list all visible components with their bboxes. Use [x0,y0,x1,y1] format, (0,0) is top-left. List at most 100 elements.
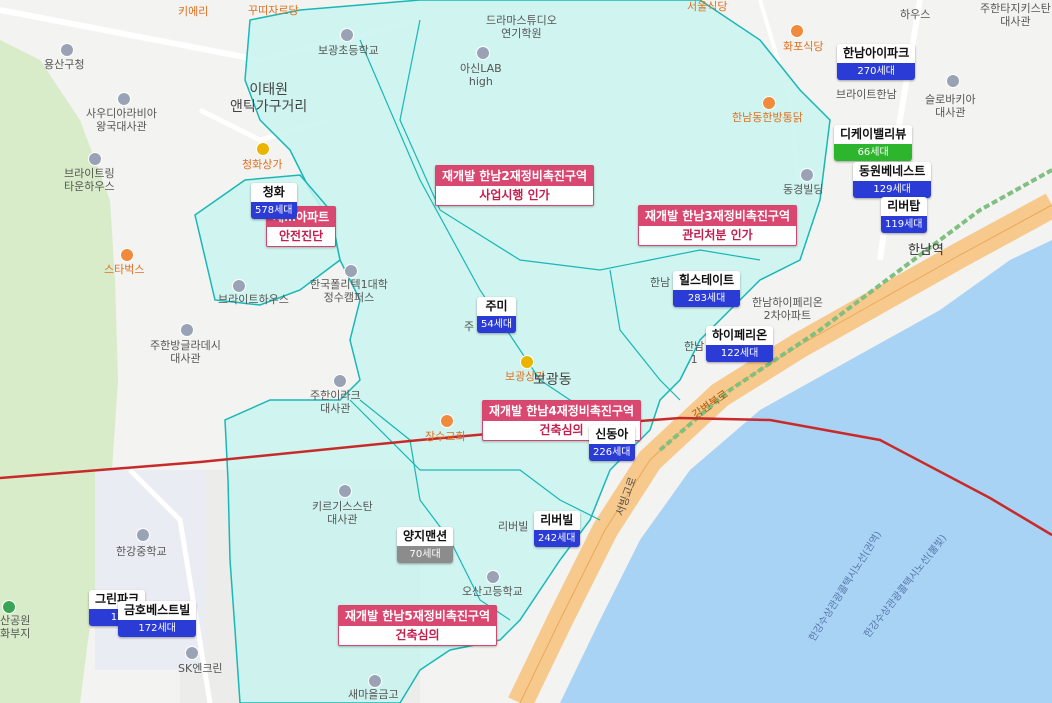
zone-status: 안전진단 [279,229,324,243]
household-count: 242세대 [534,530,580,547]
zone-title: 재개발 한남5재정비촉진구역 [339,606,497,626]
apartment-name: 디케이밸리뷰 [834,125,913,144]
apartment-name: 청화 [251,183,297,202]
place-label: 사우디아라비아 왕국대사관 [86,107,157,133]
building-icon[interactable] [800,168,814,182]
embassy-icon[interactable] [117,92,131,106]
apartment-marker[interactable]: 청화 578세대 [251,183,297,219]
apartment-marker[interactable]: 리버탑 119세대 [881,197,927,233]
place-label: 주한타지키스탄 대사관 [980,2,1051,28]
apartment-name: 하이페리온 [706,326,774,345]
building-icon[interactable] [232,279,246,293]
place-label: 화포식당 [783,40,824,53]
place-label: 주한방글라데시 대사관 [150,339,221,365]
place-label: 스타벅스 [104,263,145,276]
apartment-name: 힐스테이트 [673,271,741,290]
place-label: 브라이트링 타운하우스 [64,167,115,193]
place-label: 한남동한방통닭 [732,111,803,124]
apartment-name: 리버탑 [881,197,927,216]
place-label: 청화상가 [242,158,283,171]
place-label: 용산구청 [44,58,85,71]
zone-title: 재개발 한남4재정비촉진구역 [483,401,641,421]
embassy-icon[interactable] [180,323,194,337]
household-count: 172세대 [118,620,197,637]
apartment-marker[interactable]: 리버빌 242세대 [534,511,580,547]
school-icon[interactable] [486,570,500,584]
household-count: 66세대 [834,144,913,161]
place-label: 브라이트하우스 [218,293,289,306]
cafe-icon[interactable] [120,248,134,262]
place-label: 한국폴리텍1대학 정수캠퍼스 [310,278,388,304]
restaurant-icon[interactable] [790,24,804,38]
embassy-icon[interactable] [946,74,960,88]
place-label: 장수교회 [425,430,466,443]
apartment-name: 양지맨션 [397,527,454,546]
household-count: 270세대 [837,63,916,80]
shopping-icon[interactable] [256,142,270,156]
place-label: 오산고등학교 [462,585,523,598]
place-label: 새마을금고 [348,688,399,701]
restaurant-icon[interactable] [762,96,776,110]
place-label: 한강중학교 [116,545,167,558]
zone-status: 건축심의 [395,628,440,642]
apartment-name: 신동아 [589,425,635,444]
apartment-marker[interactable]: 한남아이파크 270세대 [837,44,916,80]
household-count: 226세대 [589,444,635,461]
embassy-icon[interactable] [333,374,347,388]
government-icon[interactable] [60,43,74,57]
church-icon[interactable] [440,414,454,428]
embassy-icon[interactable] [338,484,352,498]
place-label: 브라이트한남 [836,88,897,101]
place-label: 키르기스스탄 대사관 [312,500,373,526]
place-label: 한남하이페리온 2차아파트 [752,296,823,322]
place-label: 한남 1 [684,340,705,366]
zone-label[interactable]: 재개발 한남2재정비촉진구역 사업시행 인가 [435,165,595,206]
place-label: 서울식당 [687,0,728,13]
place-label: 리버빌 [498,520,529,533]
apartment-marker[interactable]: 금호베스트빌 172세대 [118,601,197,637]
household-count: 578세대 [251,202,297,219]
apartment-marker[interactable]: 신동아 226세대 [589,425,635,461]
map-canvas[interactable]: 키에리 꾸띠자르당 서울식당 하우스 주한타지키스탄 대사관 용산구청 사우디아… [0,0,1052,703]
place-label: 하우스 [900,8,931,21]
bank-icon[interactable] [368,674,382,688]
station-label[interactable]: 한남역 [908,244,944,257]
place-label: 한남 [650,276,671,289]
zone-label[interactable]: 재개발 한남3재정비촉진구역 관리처분 인가 [638,205,798,246]
apartment-marker[interactable]: 하이페리온 122세대 [706,326,774,362]
area-label: 이태원 앤틱가구거리 [230,82,308,115]
apartment-name: 동원베네스트 [853,162,932,181]
apartment-marker[interactable]: 동원베네스트 129세대 [853,162,932,198]
zone-title: 재개발 한남2재정비촉진구역 [436,166,594,186]
household-count: 70세대 [397,546,454,563]
school-icon[interactable] [136,528,150,542]
place-label: 동경빌딩 [783,183,824,196]
school-icon[interactable] [344,264,358,278]
apartment-name: 금호베스트빌 [118,601,197,620]
place-label: 아신LAB high [460,62,502,88]
place-label: 슬로바키아 대사관 [925,93,976,119]
zone-title: 재개발 한남3재정비촉진구역 [639,206,797,226]
building-icon[interactable] [476,46,490,60]
place-label: 주한이라크 대사관 [310,389,361,415]
household-count: 283세대 [673,290,741,307]
household-count: 119세대 [881,216,927,233]
apartment-name: 한남아이파크 [837,44,916,63]
place-label: SK엔크린 [178,662,223,675]
apartment-name: 리버빌 [534,511,580,530]
place-label: 주 [464,320,475,333]
apartment-marker[interactable]: 힐스테이트 283세대 [673,271,741,307]
apartment-marker[interactable]: 디케이밸리뷰 66세대 [834,125,913,161]
school-icon[interactable] [340,28,354,42]
gas-station-icon[interactable] [185,646,199,660]
apartment-marker[interactable]: 양지맨션 70세대 [397,527,454,563]
apartment-marker[interactable]: 주미 54세대 [477,297,517,333]
zone-label[interactable]: 재개발 한남5재정비촉진구역 건축심의 [338,605,498,646]
zone-status: 관리처분 인가 [682,228,753,242]
building-icon[interactable] [88,152,102,166]
park-icon[interactable] [2,600,16,614]
place-label: 산공원 화부지 [0,614,31,640]
household-count: 129세대 [853,181,932,198]
place-label: 꾸띠자르당 [248,4,299,17]
shopping-icon[interactable] [520,355,534,369]
